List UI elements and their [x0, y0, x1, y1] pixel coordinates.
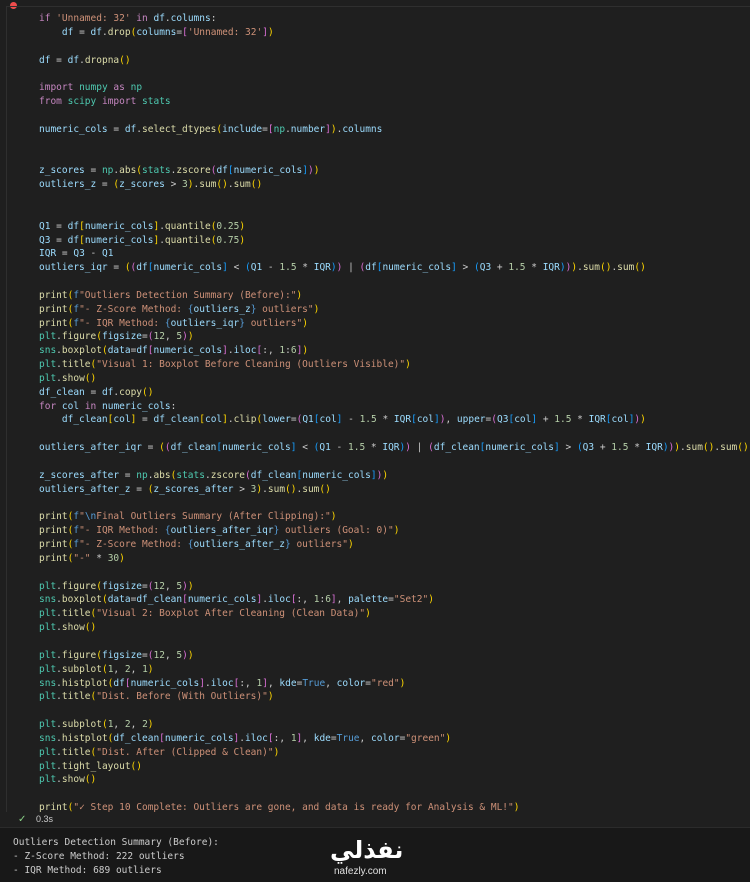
execution-time: 0.3s [36, 814, 54, 824]
check-icon: ✓ [18, 814, 27, 825]
code-text[interactable]: if 'Unnamed: 32' in df.columns: df = df.… [39, 12, 749, 815]
notebook-cell[interactable]: if 'Unnamed: 32' in df.columns: df = df.… [0, 0, 750, 827]
code-editor[interactable]: if 'Unnamed: 32' in df.columns: df = df.… [7, 12, 750, 815]
nafezly-watermark-logo: نفذلي nafezly.com [326, 836, 426, 880]
watermark-latin: nafezly.com [334, 866, 387, 877]
output-line: - Z-Score Method: 222 outliers [13, 851, 185, 862]
output-line: - IQR Method: 689 outliers [13, 865, 162, 876]
cell-status-bar: ✓ 0.3s [0, 812, 750, 827]
output-line: Outliers Detection Summary (Before): [13, 837, 219, 848]
watermark-arabic: نفذلي [330, 836, 404, 864]
